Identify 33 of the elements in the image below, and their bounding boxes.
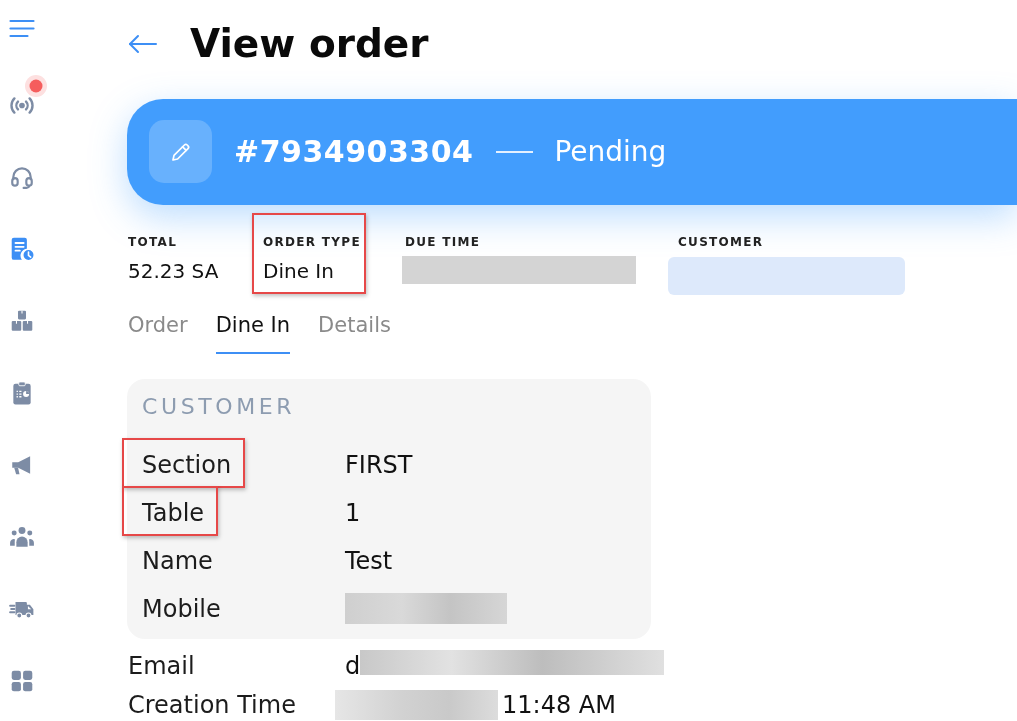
row-label: Table [142, 498, 205, 527]
row-label: Email [128, 651, 195, 680]
tab[interactable]: Details [318, 312, 391, 354]
tab[interactable]: Dine In [215, 312, 291, 354]
grid-icon[interactable] [9, 668, 35, 694]
back-arrow-icon[interactable] [128, 34, 158, 55]
summary-value: 52.23 SA [128, 257, 219, 284]
row-label: Section [142, 450, 232, 479]
row-value: Test [345, 545, 393, 576]
edit-button[interactable] [149, 120, 212, 184]
order-status: Pending [554, 133, 667, 170]
menu-icon[interactable] [9, 19, 35, 38]
card-heading: CUSTOMER [142, 392, 297, 421]
summary-value: Dine In [263, 257, 334, 284]
broadcast-icon[interactable] [9, 96, 35, 114]
row-value: d [345, 650, 361, 681]
row-value: 11:48 AM [502, 689, 616, 720]
row-label: Creation Time [128, 690, 296, 719]
page-title: View order [190, 21, 429, 68]
summary-label: DUE TIME [405, 233, 481, 250]
summary-label: ORDER TYPE [263, 233, 361, 250]
headset-icon[interactable] [9, 164, 35, 190]
boxes-icon[interactable] [9, 308, 35, 334]
row-label: Mobile [142, 594, 221, 623]
tab[interactable]: Order [128, 312, 188, 354]
row-label: Name [142, 546, 213, 575]
row-value: 1 [345, 497, 361, 528]
row-value: FIRST [345, 449, 413, 480]
summary-label: CUSTOMER [678, 233, 764, 250]
order-number: #7934903304 [234, 133, 474, 172]
people-icon[interactable] [9, 524, 35, 550]
summary-label: TOTAL [128, 233, 178, 250]
document-clock-icon[interactable] [9, 236, 35, 262]
